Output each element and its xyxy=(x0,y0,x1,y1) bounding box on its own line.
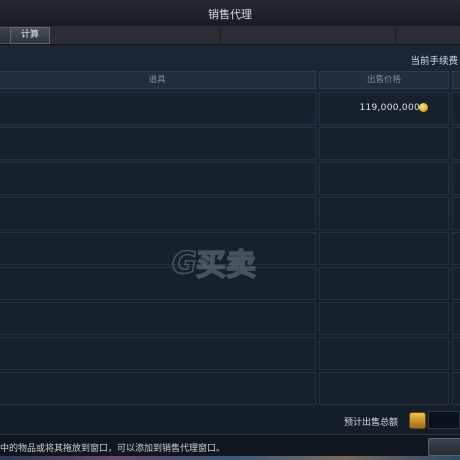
svg-text:G: G xyxy=(172,246,197,281)
current-fee-label: 当前手续费 xyxy=(410,56,458,67)
table-row[interactable]: 119,000,000 xyxy=(0,92,460,125)
tab-divider xyxy=(220,27,221,43)
price-cell[interactable] xyxy=(319,197,449,230)
gold-icon xyxy=(409,412,426,429)
price-cell[interactable] xyxy=(319,162,449,195)
extra-cell xyxy=(452,267,460,300)
item-slot[interactable] xyxy=(0,267,316,300)
gold-coin-icon xyxy=(419,103,428,112)
tab-bar: 计算 xyxy=(0,26,460,45)
table-row[interactable] xyxy=(0,197,460,230)
item-slot[interactable] xyxy=(0,337,316,370)
table-row[interactable] xyxy=(0,127,460,160)
extra-cell xyxy=(452,337,460,370)
sales-panel: 当前手续费 道具 出售价格 119,000,000 G 买卖 预计出售总额 中的… xyxy=(0,45,460,460)
price-cell[interactable] xyxy=(319,372,449,405)
item-slot[interactable] xyxy=(0,197,316,230)
hint-action-button[interactable] xyxy=(428,438,460,456)
price-cell[interactable] xyxy=(319,337,449,370)
tab-calculate[interactable]: 计算 xyxy=(10,27,50,44)
extra-cell xyxy=(452,197,460,230)
game-background-strip xyxy=(0,456,460,460)
svg-text:买卖: 买卖 xyxy=(196,248,256,283)
extra-cell xyxy=(452,302,460,335)
price-cell[interactable]: 119,000,000 xyxy=(319,92,449,125)
sales-agent-window: 销售代理 计算 当前手续费 道具 出售价格 119,000,000 G 买卖 预… xyxy=(0,0,460,460)
total-row: 预计出售总额 xyxy=(0,408,460,432)
title-bar[interactable]: 销售代理 xyxy=(0,0,460,27)
item-slot[interactable] xyxy=(0,372,316,405)
item-slot[interactable] xyxy=(0,92,316,125)
hint-text: 中的物品或将其拖放到窗口，可以添加到销售代理窗口。 xyxy=(0,444,226,454)
table-header: 道具 出售价格 xyxy=(0,71,460,89)
window-title: 销售代理 xyxy=(208,8,252,21)
item-slot[interactable] xyxy=(0,162,316,195)
extra-cell xyxy=(452,92,460,125)
extra-cell xyxy=(452,372,460,405)
price-value: 119,000,000 xyxy=(359,103,420,113)
extra-cell xyxy=(452,127,460,160)
hint-bar: 中的物品或将其拖放到窗口，可以添加到销售代理窗口。 xyxy=(0,434,460,457)
price-cell[interactable] xyxy=(319,302,449,335)
item-column-header: 道具 xyxy=(0,71,316,89)
price-cell[interactable] xyxy=(319,127,449,160)
table-row[interactable] xyxy=(0,372,460,405)
table-row[interactable] xyxy=(0,302,460,335)
extra-cell xyxy=(452,232,460,265)
table-row[interactable] xyxy=(0,337,460,370)
estimated-total-field xyxy=(428,411,460,429)
estimated-total-label: 预计出售总额 xyxy=(344,418,399,428)
price-column-header: 出售价格 xyxy=(319,71,449,89)
item-slot[interactable] xyxy=(0,127,316,160)
item-slot[interactable] xyxy=(0,302,316,335)
extra-column-header xyxy=(452,71,460,89)
price-cell[interactable] xyxy=(319,267,449,300)
table-row[interactable] xyxy=(0,162,460,195)
gamersky-watermark-logo: G 买卖 xyxy=(171,245,257,284)
extra-cell xyxy=(452,162,460,195)
item-slot[interactable] xyxy=(0,232,316,265)
tab-divider xyxy=(395,27,396,43)
price-cell[interactable] xyxy=(319,232,449,265)
